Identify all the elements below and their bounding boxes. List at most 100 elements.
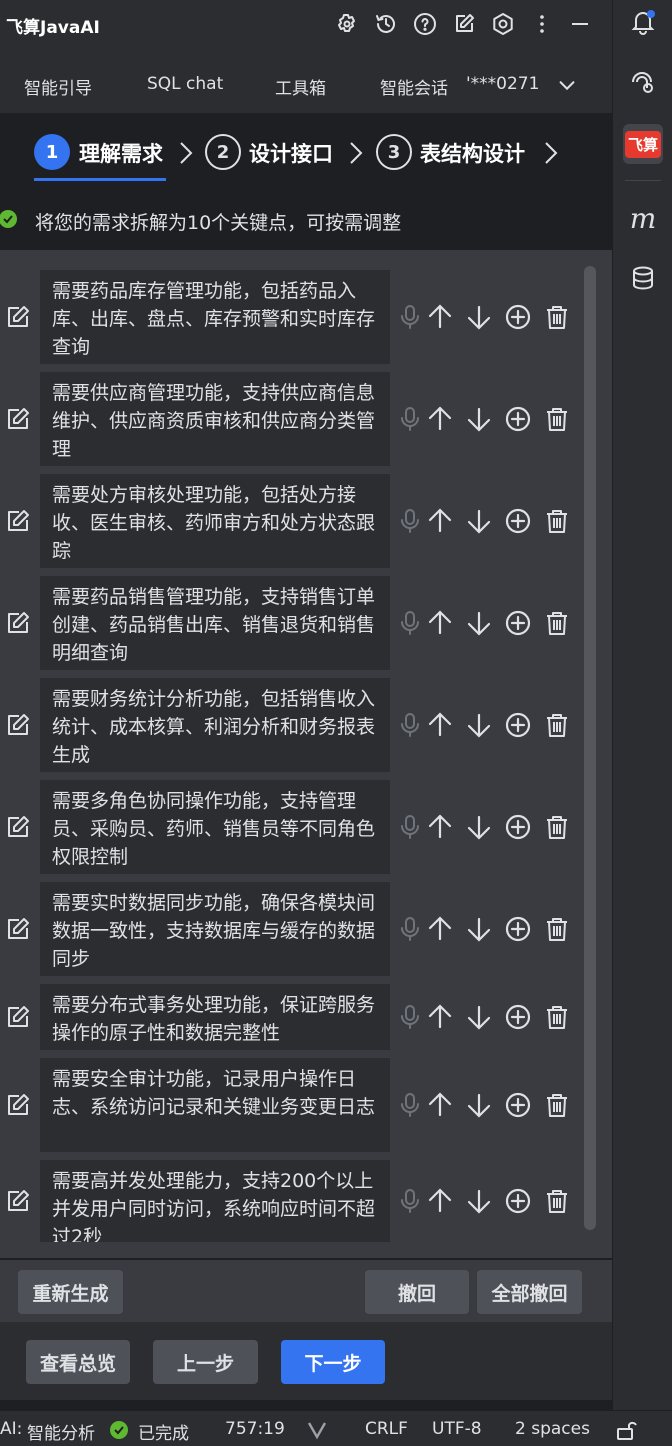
tab-smart-chat[interactable]: 智能会话 xyxy=(380,74,448,99)
add-circle-icon[interactable] xyxy=(504,1003,532,1031)
edit-icon[interactable] xyxy=(5,1004,31,1030)
requirement-text[interactable]: 需要实时数据同步功能，确保各模块间数据一致性，支持数据库与缓存的数据同步 xyxy=(40,882,390,976)
vcs-chevron-icon[interactable] xyxy=(306,1420,328,1440)
unlock-icon[interactable] xyxy=(615,1419,637,1441)
notifications-icon[interactable] xyxy=(625,4,661,40)
arrow-up-icon[interactable] xyxy=(426,1091,454,1119)
step-1-label[interactable]: 理解需求 xyxy=(79,138,163,168)
ai-task-label[interactable]: 智能分析 xyxy=(27,1419,95,1444)
cursor-position[interactable]: 757:19 xyxy=(225,1419,285,1439)
requirement-text[interactable]: 需要财务统计分析功能，包括销售收入统计、成本核算、利润分析和财务报表生成 xyxy=(40,678,390,772)
add-circle-icon[interactable] xyxy=(504,1187,532,1215)
delete-icon[interactable] xyxy=(543,1003,571,1031)
edit-icon[interactable] xyxy=(5,406,31,432)
add-circle-icon[interactable] xyxy=(504,405,532,433)
m-plugin-icon[interactable]: m xyxy=(625,200,661,236)
step-3-number: 3 xyxy=(376,134,412,170)
step-3-label[interactable]: 表结构设计 xyxy=(420,138,525,168)
line-ending[interactable]: CRLF xyxy=(365,1419,408,1439)
arrow-up-icon[interactable] xyxy=(426,813,454,841)
arrow-up-icon[interactable] xyxy=(426,303,454,331)
step-2-label[interactable]: 设计接口 xyxy=(249,138,333,168)
ai-assistant-icon[interactable] xyxy=(625,64,661,100)
add-circle-icon[interactable] xyxy=(504,915,532,943)
arrow-down-icon[interactable] xyxy=(465,507,493,535)
arrow-up-icon[interactable] xyxy=(426,915,454,943)
tab-toolbox[interactable]: 工具箱 xyxy=(275,74,326,99)
arrow-up-icon[interactable] xyxy=(426,1003,454,1031)
file-encoding[interactable]: UTF-8 xyxy=(432,1419,482,1439)
tab-sql-chat[interactable]: SQL chat xyxy=(147,74,223,94)
step-indicator: 1 理解需求 2 设计接口 3 表结构设计 xyxy=(0,114,612,190)
delete-icon[interactable] xyxy=(543,609,571,637)
edit-icon[interactable] xyxy=(5,1092,31,1118)
arrow-down-icon[interactable] xyxy=(465,303,493,331)
settings-icon[interactable] xyxy=(487,8,519,40)
add-circle-icon[interactable] xyxy=(504,1091,532,1119)
arrow-up-icon[interactable] xyxy=(426,609,454,637)
feisuan-logo[interactable]: 飞算 xyxy=(623,124,663,164)
delete-icon[interactable] xyxy=(543,303,571,331)
delete-icon[interactable] xyxy=(543,1091,571,1119)
microphone-icon xyxy=(396,507,424,535)
more-vertical-icon[interactable] xyxy=(526,8,558,40)
delete-icon[interactable] xyxy=(543,405,571,433)
edit-icon[interactable] xyxy=(5,508,31,534)
arrow-down-icon[interactable] xyxy=(465,1187,493,1215)
edit-icon[interactable] xyxy=(5,304,31,330)
minimize-icon[interactable] xyxy=(564,8,596,40)
requirement-text[interactable]: 需要供应商管理功能，支持供应商信息维护、供应商资质审核和供应商分类管理 xyxy=(40,372,390,466)
edit-icon[interactable] xyxy=(448,8,480,40)
add-circle-icon[interactable] xyxy=(504,813,532,841)
delete-icon[interactable] xyxy=(543,1187,571,1215)
edit-icon[interactable] xyxy=(5,916,31,942)
requirement-text[interactable]: 需要处方审核处理功能，包括处方接收、医生审核、药师审方和处方状态跟踪 xyxy=(40,474,390,568)
delete-icon[interactable] xyxy=(543,507,571,535)
prev-step-button[interactable]: 上一步 xyxy=(153,1340,258,1384)
help-icon[interactable] xyxy=(409,8,441,40)
arrow-down-icon[interactable] xyxy=(465,609,493,637)
requirement-text[interactable]: 需要安全审计功能，记录用户操作日志、系统访问记录和关键业务变更日志 xyxy=(40,1058,390,1152)
add-circle-icon[interactable] xyxy=(504,609,532,637)
requirement-text[interactable]: 需要多角色协同操作功能，支持管理员、采购员、药师、销售员等不同角色权限控制 xyxy=(40,780,390,874)
add-circle-icon[interactable] xyxy=(504,711,532,739)
list-scrollbar[interactable] xyxy=(584,266,596,1230)
arrow-down-icon[interactable] xyxy=(465,1091,493,1119)
chevron-down-icon[interactable] xyxy=(556,74,578,96)
edit-icon[interactable] xyxy=(5,712,31,738)
indent-setting[interactable]: 2 spaces xyxy=(515,1419,590,1439)
database-icon[interactable] xyxy=(625,260,661,296)
requirement-text[interactable]: 需要分布式事务处理功能，保证跨服务操作的原子性和数据完整性 xyxy=(40,984,390,1050)
plugin-icon[interactable] xyxy=(331,8,363,40)
tab-smart-guide[interactable]: 智能引导 xyxy=(24,74,92,99)
history-icon[interactable] xyxy=(370,8,402,40)
account-label[interactable]: '***0271 xyxy=(466,74,539,94)
arrow-down-icon[interactable] xyxy=(465,1003,493,1031)
arrow-up-icon[interactable] xyxy=(426,711,454,739)
overview-button[interactable]: 查看总览 xyxy=(26,1340,130,1384)
arrow-up-icon[interactable] xyxy=(426,1187,454,1215)
edit-icon[interactable] xyxy=(5,610,31,636)
next-step-button[interactable]: 下一步 xyxy=(281,1340,385,1384)
edit-icon[interactable] xyxy=(5,814,31,840)
requirement-row: 需要安全审计功能，记录用户操作日志、系统访问记录和关键业务变更日志 xyxy=(0,1058,600,1152)
delete-icon[interactable] xyxy=(543,711,571,739)
edit-icon[interactable] xyxy=(5,1188,31,1214)
regenerate-button[interactable]: 重新生成 xyxy=(18,1270,123,1314)
arrow-up-icon[interactable] xyxy=(426,405,454,433)
requirement-text[interactable]: 需要药品销售管理功能，支持销售订单创建、药品销售出库、销售退货和销售明细查询 xyxy=(40,576,390,670)
arrow-down-icon[interactable] xyxy=(465,813,493,841)
delete-icon[interactable] xyxy=(543,915,571,943)
arrow-down-icon[interactable] xyxy=(465,711,493,739)
delete-icon[interactable] xyxy=(543,813,571,841)
undo-all-button[interactable]: 全部撤回 xyxy=(477,1270,582,1314)
add-circle-icon[interactable] xyxy=(504,303,532,331)
arrow-down-icon[interactable] xyxy=(465,915,493,943)
undo-button[interactable]: 撤回 xyxy=(365,1270,469,1314)
microphone-icon xyxy=(396,1091,424,1119)
requirement-text[interactable]: 需要高并发处理能力，支持200个以上并发用户同时访问，系统响应时间不超过2秒 xyxy=(40,1160,390,1242)
arrow-up-icon[interactable] xyxy=(426,507,454,535)
requirement-text[interactable]: 需要药品库存管理功能，包括药品入库、出库、盘点、库存预警和实时库存查询 xyxy=(40,270,390,364)
arrow-down-icon[interactable] xyxy=(465,405,493,433)
add-circle-icon[interactable] xyxy=(504,507,532,535)
